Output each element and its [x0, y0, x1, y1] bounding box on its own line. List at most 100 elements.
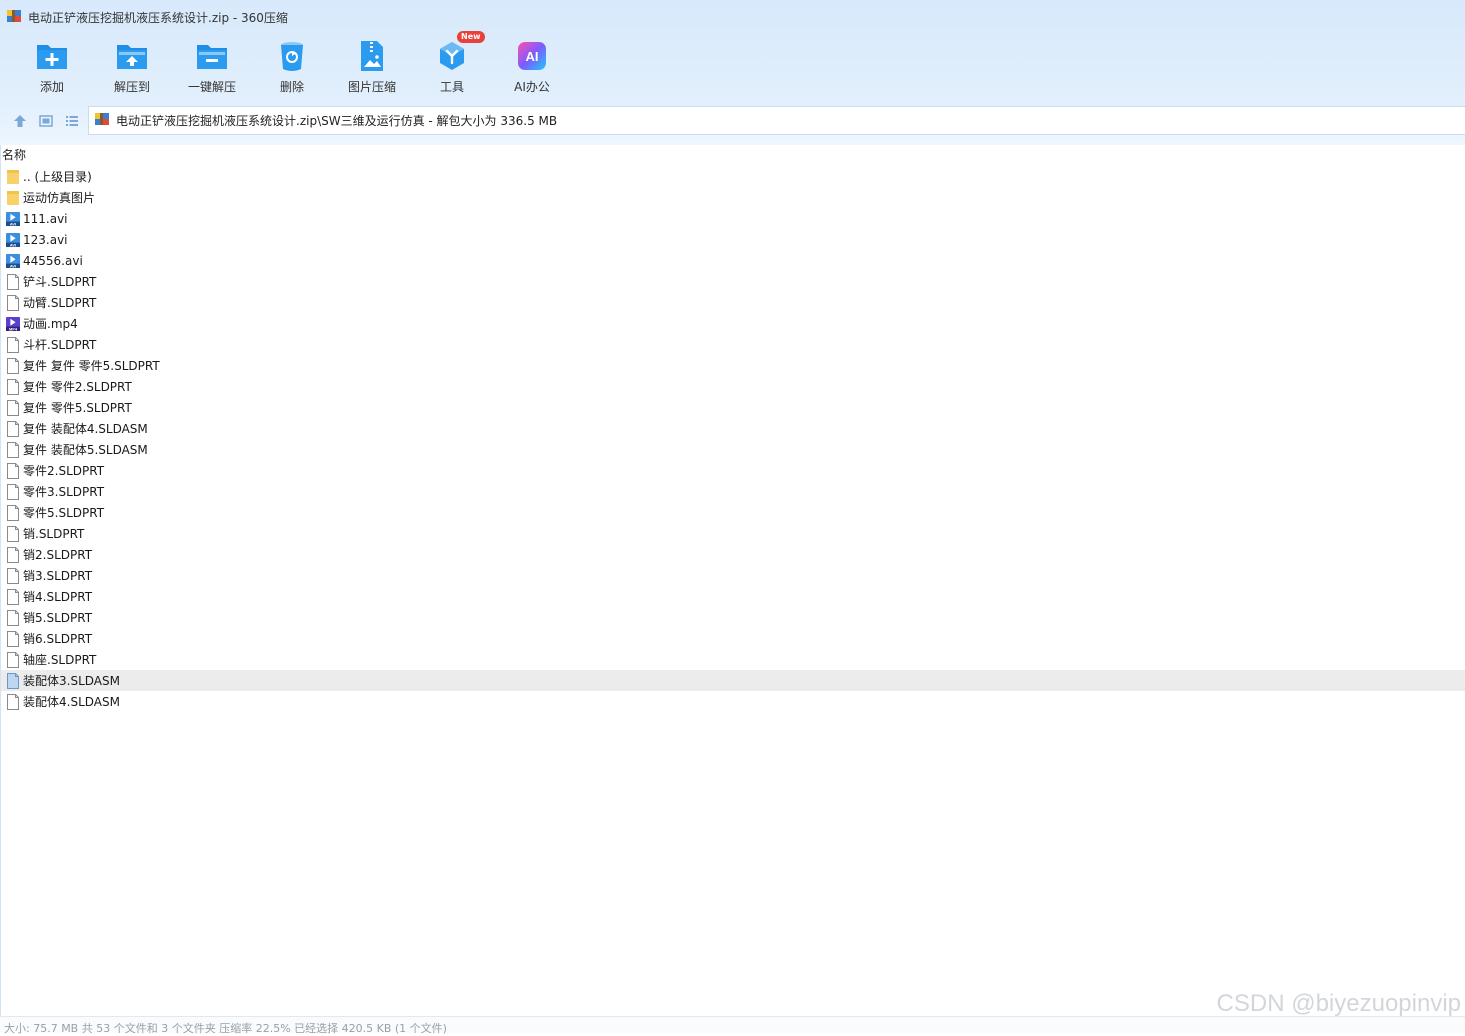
- file-row[interactable]: 销5.SLDPRT: [1, 607, 1465, 628]
- file-name: 铲斗.SLDPRT: [23, 275, 97, 289]
- file-row[interactable]: 销.SLDPRT: [1, 523, 1465, 544]
- top-panel: 电动正铲液压挖掘机液压系统设计.zip - 360压缩 添加 解压到 一键解压 …: [0, 0, 1465, 145]
- folder-add-icon: [32, 36, 72, 76]
- file-name: 销5.SLDPRT: [23, 611, 93, 625]
- file-icon: [6, 504, 20, 521]
- file-row[interactable]: 零件2.SLDPRT: [1, 460, 1465, 481]
- toolbar: 添加 解压到 一键解压 删除 图片压缩 New 工具 AI AI办公: [12, 31, 572, 100]
- file-name: 销6.SLDPRT: [23, 632, 93, 646]
- file-icon: [6, 294, 20, 311]
- quick-extract-label: 一键解压: [187, 80, 236, 94]
- up-arrow-icon[interactable]: [12, 113, 28, 129]
- file-icon: [6, 546, 20, 563]
- file-name: 复件 装配体4.SLDASM: [23, 422, 148, 436]
- tools-button[interactable]: New 工具: [412, 31, 492, 100]
- file-name: .. (上级目录): [23, 170, 92, 184]
- ai-office-button[interactable]: AI AI办公: [492, 36, 572, 100]
- ai-glyph: AI: [518, 42, 546, 70]
- app-logo-icon: [6, 8, 22, 27]
- watermark: CSDN @biyezuopinvip: [1216, 990, 1461, 1017]
- file-list: 名称 .. (上级目录) 运动仿真图片 AVI 111.avi AVI 123.avi AV…: [0, 145, 1465, 1017]
- image-compress-button[interactable]: 图片压缩: [332, 36, 412, 100]
- file-icon: [6, 483, 20, 500]
- trash-icon: [272, 36, 312, 76]
- file-row[interactable]: 销3.SLDPRT: [1, 565, 1465, 586]
- quick-extract-button[interactable]: 一键解压: [172, 36, 252, 100]
- status-text: 大小: 75.7 MB 共 53 个文件和 3 个文件夹 压缩率 22.5% 已…: [4, 1022, 447, 1035]
- file-row[interactable]: 装配体3.SLDASM: [1, 670, 1465, 691]
- svg-text:AVI: AVI: [10, 263, 16, 268]
- delete-button[interactable]: 删除: [252, 36, 332, 100]
- file-row[interactable]: 销4.SLDPRT: [1, 586, 1465, 607]
- file-row[interactable]: 复件 装配体4.SLDASM: [1, 418, 1465, 439]
- file-icon: [6, 651, 20, 668]
- file-row[interactable]: 铲斗.SLDPRT: [1, 271, 1465, 292]
- column-header-name[interactable]: 名称: [1, 145, 1465, 166]
- address-row: 电动正铲液压挖掘机液压系统设计.zip\SW三维及运行仿真 - 解包大小为 33…: [0, 106, 1465, 136]
- file-name: 装配体3.SLDASM: [23, 674, 120, 688]
- mp4-file-icon: MP4: [6, 316, 20, 332]
- file-name: 装配体4.SLDASM: [23, 695, 120, 709]
- thumbnail-view-icon[interactable]: [38, 113, 54, 129]
- avi-file-icon: AVI: [6, 232, 20, 248]
- status-bar: 大小: 75.7 MB 共 53 个文件和 3 个文件夹 压缩率 22.5% 已…: [0, 1016, 1465, 1035]
- file-row[interactable]: 销6.SLDPRT: [1, 628, 1465, 649]
- file-row[interactable]: 复件 零件2.SLDPRT: [1, 376, 1465, 397]
- file-row[interactable]: 轴座.SLDPRT: [1, 649, 1465, 670]
- file-name: 销4.SLDPRT: [23, 590, 93, 604]
- file-icon: [6, 420, 20, 437]
- file-icon: [6, 378, 20, 395]
- folder-extract-icon: [112, 36, 152, 76]
- extract-to-label: 解压到: [113, 80, 150, 94]
- file-name: 运动仿真图片: [23, 191, 96, 205]
- file-icon: [6, 462, 20, 479]
- file-row[interactable]: 动臂.SLDPRT: [1, 292, 1465, 313]
- file-row[interactable]: 复件 零件5.SLDPRT: [1, 397, 1465, 418]
- file-name: 动臂.SLDPRT: [23, 296, 97, 310]
- title-bar: 电动正铲液压挖掘机液压系统设计.zip - 360压缩: [6, 8, 288, 26]
- file-row[interactable]: 零件5.SLDPRT: [1, 502, 1465, 523]
- file-name: 销2.SLDPRT: [23, 548, 93, 562]
- address-path: 电动正铲液压挖掘机液压系统设计.zip\SW三维及运行仿真 - 解包大小为 33…: [116, 114, 558, 128]
- file-name: 44556.avi: [23, 253, 83, 268]
- file-name: 111.avi: [23, 211, 68, 226]
- folder-quick-extract-icon: [192, 36, 232, 76]
- extract-to-button[interactable]: 解压到: [92, 36, 172, 100]
- svg-text:AVI: AVI: [10, 221, 16, 226]
- file-row[interactable]: MP4 动画.mp4: [1, 313, 1465, 334]
- file-row[interactable]: AVI 123.avi: [1, 229, 1465, 250]
- file-name: 动画.mp4: [23, 317, 78, 331]
- add-button[interactable]: 添加: [12, 36, 92, 100]
- list-view-icon[interactable]: [64, 113, 80, 129]
- file-row[interactable]: AVI 111.avi: [1, 208, 1465, 229]
- tools-icon: New: [432, 31, 485, 76]
- file-name: 零件3.SLDPRT: [23, 485, 105, 499]
- file-row[interactable]: 复件 装配体5.SLDASM: [1, 439, 1465, 460]
- new-badge: New: [457, 31, 485, 43]
- file-name: 销3.SLDPRT: [23, 569, 93, 583]
- avi-file-icon: AVI: [6, 211, 20, 227]
- file-name: 复件 零件5.SLDPRT: [23, 401, 132, 415]
- file-row[interactable]: 销2.SLDPRT: [1, 544, 1465, 565]
- folder-icon: [6, 190, 20, 206]
- file-name: 零件2.SLDPRT: [23, 464, 105, 478]
- file-icon: [6, 567, 20, 584]
- file-row[interactable]: 复件 复件 零件5.SLDPRT: [1, 355, 1465, 376]
- avi-file-icon: AVI: [6, 253, 20, 269]
- file-icon: [6, 693, 20, 710]
- file-icon: [6, 609, 20, 626]
- file-row[interactable]: 装配体4.SLDASM: [1, 691, 1465, 712]
- folder-row[interactable]: .. (上级目录): [1, 166, 1465, 187]
- file-icon: [6, 336, 20, 353]
- file-row[interactable]: 斗杆.SLDPRT: [1, 334, 1465, 355]
- folder-row[interactable]: 运动仿真图片: [1, 187, 1465, 208]
- file-row[interactable]: AVI 44556.avi: [1, 250, 1465, 271]
- file-name: 复件 复件 零件5.SLDPRT: [23, 359, 160, 373]
- file-icon: [6, 588, 20, 605]
- file-icon: [6, 357, 20, 374]
- delete-label: 删除: [279, 80, 304, 94]
- address-bar[interactable]: 电动正铲液压挖掘机液压系统设计.zip\SW三维及运行仿真 - 解包大小为 33…: [88, 106, 1465, 135]
- file-row[interactable]: 零件3.SLDPRT: [1, 481, 1465, 502]
- file-name: 销.SLDPRT: [23, 527, 85, 541]
- file-rows: .. (上级目录) 运动仿真图片 AVI 111.avi AVI 123.avi AVI 44…: [1, 166, 1465, 712]
